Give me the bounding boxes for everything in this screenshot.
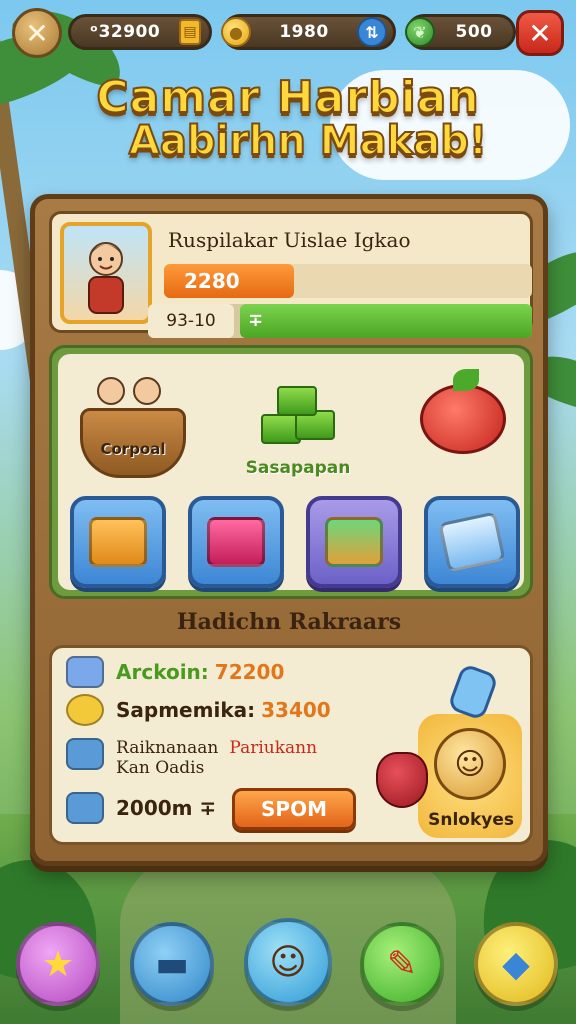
shop-inner: Corpoal Sasapapan [58,354,524,590]
leaf-amount: 500 [455,22,493,42]
nav-tool-button[interactable]: ✎ [360,922,444,1006]
reward-row: Arckoin: 72200 [66,656,284,688]
cookie-mascot-icon: ☺ [434,728,506,800]
reward-label: 2000m ∓ [116,796,217,820]
shop-grid: Corpoal Sasapapan [49,345,533,599]
cubes-icon [253,374,343,454]
player-avatar-icon [88,242,124,314]
shop-item-label: Sasapapan [245,458,351,478]
avatar[interactable] [60,222,152,324]
spin-button[interactable]: SPOM [232,788,356,830]
nav-gem-button[interactable]: ◆ [474,922,558,1006]
shop-item-cubes[interactable]: Sasapapan [228,374,368,478]
category-chest-button[interactable] [70,496,166,588]
reward-row: 2000m ∓ [66,792,216,824]
crate-icon [66,738,104,770]
top-bar: ✕ ᵒ32900 ▤ ● 1980 ⇅ ❦ 500 ✕ [12,8,564,58]
category-card-button[interactable] [424,496,520,588]
reward-value: 72200 [214,660,285,684]
page-title: Camar Harbian [95,71,480,124]
barrel-icon [66,792,104,824]
gift-bag-icon [376,752,428,808]
daily-panel: Ruspilakar Uislae Igkao 2280 93-10 ∓ Cor… [30,194,548,866]
reward-row: Sapmemika: 33400 [66,694,331,726]
category-books-button[interactable] [306,496,402,588]
books-icon [325,517,383,567]
resource-leaves: ❦ 500 [405,14,516,50]
coin-amount: 1980 [279,22,329,42]
mascot-label: Snlokyes [428,810,514,830]
reward-label: Arckoin: [116,660,209,684]
close-button[interactable]: ✕ [516,10,564,56]
gold-amount: ᵒ32900 [89,22,161,42]
shop-item-apple[interactable] [408,369,518,454]
rewards-title: Hadichn Rakraars [176,609,402,635]
profile-card: Ruspilakar Uislae Igkao 2280 93-10 ∓ [49,211,533,338]
gift-ticket-icon [207,517,265,567]
mascot[interactable]: ☺ Snlokyes [376,658,522,838]
rewards-card: Arckoin: 72200 Sapmemika: 33400 Raiknana… [49,645,533,845]
reward-value: Pariukann [229,738,318,758]
treasure-chest-icon [89,517,147,567]
coin-icon: ● [221,17,251,47]
apple-icon [420,369,506,454]
back-button[interactable]: ✕ [12,8,62,58]
pencil-tool-icon: ✎ [386,943,418,985]
resource-gold: ᵒ32900 ▤ [68,14,212,50]
gem-icon: ◆ [502,943,530,985]
nav-avatar-button[interactable]: ☺ [244,918,332,1006]
shop-item-basket[interactable]: Corpoal [68,368,198,478]
x-icon: ✕ [25,16,49,50]
reward-text-block: Raiknanaan Pariukann Kan Oadis [116,738,317,778]
xp-bar: 2280 [164,264,294,298]
category-gift-button[interactable] [188,496,284,588]
close-icon: ✕ [528,16,552,50]
star-ticket-icon [66,656,104,688]
scroll-icon: ▬ [154,943,189,985]
hand-icon [446,662,500,722]
gold-box-icon: ▤ [179,19,201,45]
crystal-card-icon [438,511,506,573]
nav-scroll-button[interactable]: ▬ [130,922,214,1006]
energy-bar: ∓ [240,304,532,338]
bottom-nav: ★ ▬ ☺ ✎ ◆ [0,910,576,1006]
shop-item-label: Corpoal [100,440,166,458]
add-coins-button[interactable]: ⇅ [357,17,387,47]
page-subtitle: Aabirhn Makab! [128,117,488,165]
reward-sub: Kan Oadis [116,758,205,778]
leaf-icon: ❦ [405,17,435,47]
resource-coins: ● 1980 ⇅ [221,14,396,50]
profile-name: Ruspilakar Uislae Igkao [168,228,411,252]
energy-label: 93-10 [148,304,234,338]
reward-value: 33400 [261,698,331,722]
compass-coin-icon [66,694,104,726]
reward-row: Raiknanaan Pariukann Kan Oadis [66,738,317,778]
avatar-icon: ☺ [269,941,307,983]
reward-label: Raiknanaan [116,738,219,758]
reward-label: Sapmemika: [116,698,256,722]
nav-star-button[interactable]: ★ [16,922,100,1006]
star-coin-icon: ★ [41,943,75,985]
